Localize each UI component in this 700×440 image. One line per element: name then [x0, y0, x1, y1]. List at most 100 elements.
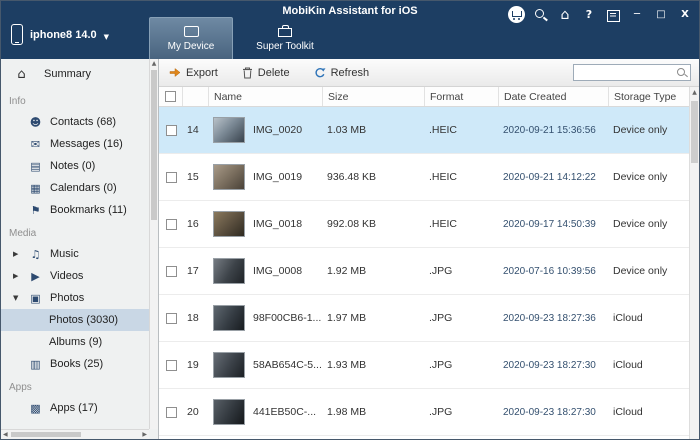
- column-header-name[interactable]: Name: [209, 87, 323, 106]
- photo-thumbnail[interactable]: [213, 117, 245, 143]
- device-name: iphone8 14.0: [30, 29, 97, 41]
- expand-arrow-icon[interactable]: ▶: [13, 250, 18, 258]
- photo-format: .HEIC: [425, 218, 499, 230]
- home-icon[interactable]: [557, 7, 573, 23]
- column-header-size[interactable]: Size: [323, 87, 425, 106]
- maximize-icon[interactable]: [653, 7, 669, 23]
- scrollbar-thumb[interactable]: [691, 101, 698, 163]
- scroll-up-arrow-icon[interactable]: [690, 90, 699, 96]
- search-input[interactable]: [574, 65, 674, 80]
- row-number: 19: [183, 359, 209, 371]
- column-header-format[interactable]: Format: [425, 87, 499, 106]
- sidebar-item-albums-9[interactable]: Albums (9): [1, 331, 149, 353]
- sidebar-item-music[interactable]: ▶ Music: [1, 243, 149, 265]
- table-row[interactable]: 1958AB654C-5...1.93 MB.JPG2020-09-23 18:…: [159, 342, 689, 389]
- photo-size: 1.93 MB: [323, 359, 425, 371]
- search-icon[interactable]: [533, 7, 549, 23]
- cart-icon[interactable]: [508, 6, 525, 23]
- scrollbar-thumb[interactable]: [151, 70, 157, 220]
- photo-thumbnail[interactable]: [213, 305, 245, 331]
- row-checkbox-cell: [159, 125, 183, 136]
- row-checkbox[interactable]: [166, 219, 177, 230]
- photo-thumbnail[interactable]: [213, 164, 245, 190]
- photos-icon: [29, 292, 42, 305]
- delete-button[interactable]: Delete: [242, 67, 290, 79]
- column-header-index[interactable]: [183, 87, 209, 106]
- table-vertical-scrollbar[interactable]: [689, 87, 699, 439]
- export-button[interactable]: Export: [169, 67, 218, 79]
- photo-thumbnail[interactable]: [213, 258, 245, 284]
- super-toolkit-icon: [278, 28, 292, 37]
- my-device-icon: [184, 26, 199, 37]
- sidebar-item-notes-0[interactable]: Notes (0): [1, 155, 149, 177]
- tab-super-toolkit[interactable]: Super Toolkit: [239, 17, 331, 59]
- photo-format: .HEIC: [425, 171, 499, 183]
- sidebar-item-summary[interactable]: Summary: [1, 59, 149, 89]
- chevron-down-icon[interactable]: [104, 26, 109, 44]
- refresh-button-label: Refresh: [331, 67, 370, 79]
- photo-storage-type: Device only: [609, 265, 689, 277]
- sidebar-item-messages-16[interactable]: Messages (16): [1, 133, 149, 155]
- table-header: Name Size Format Date Created Storage Ty…: [159, 87, 689, 107]
- photo-thumbnail[interactable]: [213, 399, 245, 425]
- feedback-icon[interactable]: [605, 7, 621, 23]
- tab-my-device[interactable]: My Device: [149, 17, 233, 59]
- notes-icon: [29, 160, 42, 173]
- sidebar-section-label: Info: [1, 89, 149, 111]
- row-checkbox[interactable]: [166, 125, 177, 136]
- photo-size: 1.92 MB: [323, 265, 425, 277]
- row-checkbox[interactable]: [166, 266, 177, 277]
- table-row[interactable]: 1898F00CB6-1...1.97 MB.JPG2020-09-23 18:…: [159, 295, 689, 342]
- collapse-arrow-icon[interactable]: ▼: [13, 294, 18, 302]
- sidebar-item-contacts-68[interactable]: Contacts (68): [1, 111, 149, 133]
- photo-size: 1.97 MB: [323, 312, 425, 324]
- help-icon[interactable]: [581, 7, 597, 23]
- main-panel: Export Delete Refresh: [159, 59, 699, 439]
- row-checkbox[interactable]: [166, 313, 177, 324]
- table-row[interactable]: 20441EB50C-...1.98 MB.JPG2020-09-23 18:2…: [159, 389, 689, 436]
- photo-thumbnail[interactable]: [213, 211, 245, 237]
- titlebar-icons: [500, 6, 693, 23]
- column-header-date[interactable]: Date Created: [499, 87, 609, 106]
- scroll-left-arrow-icon[interactable]: [3, 432, 8, 438]
- row-checkbox[interactable]: [166, 360, 177, 371]
- photo-date-created: 2020-09-21 14:12:22: [499, 172, 609, 183]
- row-checkbox[interactable]: [166, 407, 177, 418]
- sidebar-item-apps-17[interactable]: Apps (17): [1, 397, 149, 419]
- row-checkbox-cell: [159, 407, 183, 418]
- export-button-label: Export: [186, 67, 218, 79]
- column-header-storage[interactable]: Storage Type: [609, 87, 689, 106]
- table-row[interactable]: 17IMG_00081.92 MB.JPG2020-07-16 10:39:56…: [159, 248, 689, 295]
- row-checkbox-cell: [159, 313, 183, 324]
- table-row[interactable]: 16IMG_0018992.08 KB.HEIC2020-09-17 14:50…: [159, 201, 689, 248]
- sidebar-horizontal-scrollbar[interactable]: [1, 429, 149, 439]
- sidebar-item-photos-3030[interactable]: Photos (3030): [1, 309, 149, 331]
- sidebar-item-label: Music: [50, 248, 79, 260]
- sidebar-sections: InfoContacts (68)Messages (16)Notes (0)C…: [1, 89, 149, 419]
- photo-size: 992.08 KB: [323, 218, 425, 230]
- table-row[interactable]: 14IMG_00201.03 MB.HEIC2020-09-21 15:36:5…: [159, 107, 689, 154]
- select-all-checkbox[interactable]: [165, 91, 176, 102]
- table-row[interactable]: 15IMG_0019936.48 KB.HEIC2020-09-21 14:12…: [159, 154, 689, 201]
- sidebar-item-bookmarks-11[interactable]: Bookmarks (11): [1, 199, 149, 221]
- trash-icon: [242, 67, 253, 79]
- photo-thumbnail[interactable]: [213, 352, 245, 378]
- scroll-up-arrow-icon[interactable]: [150, 61, 158, 67]
- photo-storage-type: iCloud: [609, 406, 689, 418]
- device-selector[interactable]: iphone8 14.0: [11, 24, 109, 45]
- row-checkbox[interactable]: [166, 172, 177, 183]
- close-icon[interactable]: [677, 7, 693, 23]
- expand-arrow-icon[interactable]: ▶: [13, 272, 18, 280]
- search-icon[interactable]: [674, 65, 690, 80]
- sidebar-item-books-25[interactable]: Books (25): [1, 353, 149, 375]
- sidebar-item-calendars-0[interactable]: Calendars (0): [1, 177, 149, 199]
- refresh-button[interactable]: Refresh: [314, 67, 370, 79]
- sidebar-item-photos[interactable]: ▼Photos: [1, 287, 149, 309]
- sidebar-vertical-scrollbar[interactable]: [149, 59, 158, 429]
- sidebar-item-videos[interactable]: ▶Videos: [1, 265, 149, 287]
- scrollbar-thumb[interactable]: [11, 432, 81, 437]
- minimize-icon[interactable]: [629, 7, 645, 23]
- scroll-right-arrow-icon[interactable]: [142, 432, 147, 438]
- music-icon: [29, 248, 42, 261]
- sidebar-item-label: Apps (17): [50, 402, 98, 414]
